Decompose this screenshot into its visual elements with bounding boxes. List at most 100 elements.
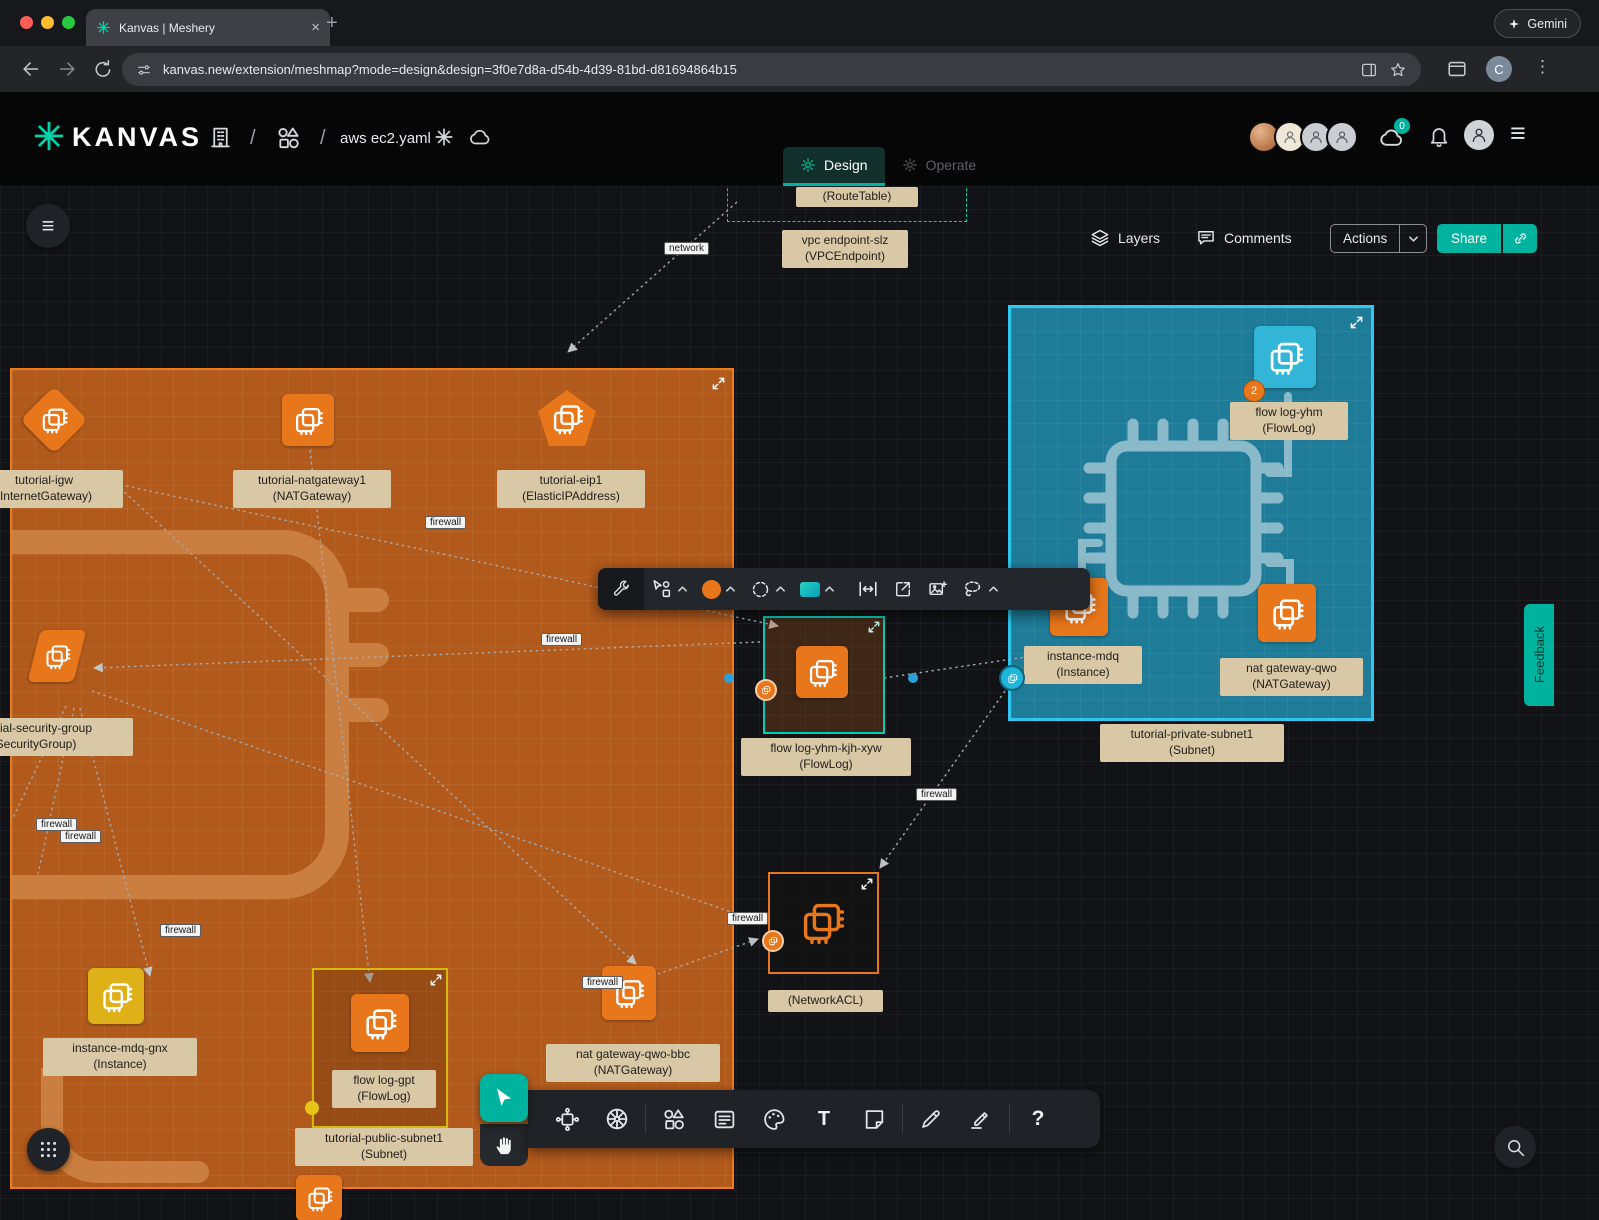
node-nat-gateway-bbc[interactable] (602, 966, 656, 1020)
comments-button[interactable]: Comments (1196, 228, 1292, 248)
node-nat-gateway-1[interactable] (282, 394, 334, 446)
lasso-select-button[interactable] (955, 568, 1006, 610)
node-label-vpc-endpoint[interactable]: vpc endpoint-slz (VPCEndpoint) (782, 230, 908, 268)
actions-button[interactable]: Actions (1331, 225, 1399, 252)
node-label-natgateway1[interactable]: tutorial-natgateway1 (NATGateway) (233, 470, 391, 508)
side-panel-icon[interactable] (1360, 61, 1378, 79)
shape-picker-button[interactable] (793, 568, 842, 610)
new-tab-button[interactable]: + (326, 12, 338, 35)
wrench-tool-button[interactable] (598, 568, 644, 610)
edge-handle[interactable] (908, 673, 918, 683)
reload-icon[interactable] (92, 58, 114, 80)
browser-frame-icon[interactable] (1446, 58, 1468, 80)
node-subnet-icon[interactable] (296, 1175, 342, 1220)
organization-icon[interactable] (208, 125, 233, 150)
chip-node[interactable] (351, 994, 409, 1052)
gemini-badge[interactable]: Gemini (1494, 9, 1581, 38)
select-tool-button[interactable] (480, 1074, 528, 1122)
kanvas-logo-icon[interactable] (32, 119, 66, 153)
edge-handle[interactable] (724, 673, 734, 683)
expand-node-icon[interactable] (868, 621, 880, 633)
connection-handle[interactable] (755, 679, 777, 701)
forward-icon[interactable] (56, 58, 78, 80)
tab-design[interactable]: Design (783, 147, 885, 186)
kanvas-logo-text[interactable]: KANVAS (72, 122, 202, 153)
maximize-window-button[interactable] (62, 16, 75, 29)
canvas-menu-button[interactable]: ≡ (26, 204, 70, 248)
tool-kubernetes-button[interactable] (592, 1090, 642, 1148)
notifications-bell-icon[interactable] (1427, 124, 1451, 148)
node-label-security-group[interactable]: tutorial-security-group (SecurityGroup) (0, 718, 133, 756)
node-flow-log-gpt[interactable]: flow log-gpt (FlowLog) (312, 968, 448, 1128)
node-flow-log-yhm[interactable] (1254, 326, 1316, 388)
url-text[interactable]: kanvas.new/extension/meshmap?mode=design… (163, 62, 1349, 77)
node-flow-log-kjh[interactable] (763, 616, 885, 734)
tool-notes-button[interactable] (699, 1090, 749, 1148)
layers-button[interactable]: Layers (1090, 228, 1160, 248)
tool-help-button[interactable]: ? (1013, 1090, 1063, 1148)
tool-sticky-note-button[interactable] (849, 1090, 899, 1148)
connection-handle[interactable] (305, 1101, 319, 1115)
node-label-nat-gateway-bbc[interactable]: nat gateway-qwo-bbc (NATGateway) (546, 1044, 720, 1082)
add-image-button[interactable] (920, 568, 955, 610)
close-tab-icon[interactable]: × (311, 20, 320, 35)
chip-node[interactable] (796, 646, 848, 698)
node-label-network-acl[interactable]: (NetworkACL) (768, 990, 883, 1012)
site-info-icon[interactable] (136, 62, 152, 78)
node-label-flow-log-yhm[interactable]: flow log-yhm (FlowLog) (1230, 402, 1348, 440)
collaborator-avatar[interactable] (1326, 121, 1358, 153)
copy-link-button[interactable] (1503, 224, 1537, 253)
border-style-button[interactable] (743, 568, 793, 610)
zoom-search-button[interactable] (1494, 1126, 1536, 1168)
node-label-nat-gateway-qwo[interactable]: nat gateway-qwo (NATGateway) (1220, 658, 1363, 696)
node-instance-gnx[interactable] (88, 968, 144, 1024)
apps-grid-button[interactable] (27, 1128, 70, 1171)
fill-color-button[interactable] (695, 568, 743, 610)
tool-pen-button[interactable] (906, 1090, 956, 1148)
node-nat-gateway-qwo[interactable] (1258, 584, 1316, 642)
designs-icon[interactable] (276, 125, 302, 151)
cloud-sync-icon[interactable] (468, 125, 492, 149)
browser-menu-icon[interactable]: ⋮ (1534, 57, 1551, 77)
user-avatar[interactable] (1464, 120, 1494, 150)
browser-profile-avatar[interactable]: C (1486, 56, 1512, 82)
expand-node-icon[interactable] (861, 878, 873, 890)
node-label-private-subnet[interactable]: tutorial-private-subnet1 (Subnet) (1100, 724, 1284, 762)
feedback-tab[interactable]: Feedback (1524, 604, 1554, 706)
address-bar[interactable]: kanvas.new/extension/meshmap?mode=design… (122, 53, 1421, 86)
node-label[interactable]: (RouteTable) (796, 187, 918, 207)
tool-palette-button[interactable] (749, 1090, 799, 1148)
tool-text-button[interactable]: T (799, 1090, 849, 1148)
actions-dropdown-button[interactable] (1399, 225, 1426, 252)
bookmark-star-icon[interactable] (1389, 61, 1407, 79)
resize-width-button[interactable] (850, 568, 886, 610)
open-in-new-button[interactable] (886, 568, 920, 610)
tool-highlighter-button[interactable] (956, 1090, 1006, 1148)
node-label-instance-gnx[interactable]: instance-mdq-gnx (Instance) (43, 1038, 197, 1076)
expand-node-icon[interactable] (430, 974, 442, 986)
minimize-window-button[interactable] (41, 16, 54, 29)
pan-tool-button[interactable] (480, 1124, 528, 1166)
browser-tab[interactable]: Kanvas | Meshery × (86, 9, 330, 46)
edge-waypoint[interactable] (999, 665, 1025, 691)
design-file-name[interactable]: aws ec2.yaml (340, 130, 431, 147)
node-label-instance-mdq[interactable]: instance-mdq (Instance) (1024, 646, 1142, 684)
node-label-igw[interactable]: tutorial-igw (InternetGateway) (0, 470, 123, 508)
header-menu-icon[interactable]: ≡ (1510, 118, 1526, 149)
node-network-acl[interactable] (768, 872, 879, 974)
back-icon[interactable] (20, 58, 42, 80)
close-window-button[interactable] (20, 16, 33, 29)
tab-operate[interactable]: Operate (885, 147, 994, 183)
tool-shapes-button[interactable] (649, 1090, 699, 1148)
snowflake-icon[interactable] (434, 127, 454, 147)
tool-components-button[interactable] (542, 1090, 592, 1148)
node-label-eip1[interactable]: tutorial-eip1 (ElasticIPAddress) (497, 470, 645, 508)
node-label-public-subnet[interactable]: tutorial-public-subnet1 (Subnet) (295, 1128, 473, 1166)
share-button[interactable]: Share (1437, 224, 1501, 253)
design-canvas[interactable]: network firewall firewall firewall firew… (0, 186, 1599, 1220)
node-label-flow-log-gpt[interactable]: flow log-gpt (FlowLog) (332, 1070, 436, 1108)
shapes-tool-button[interactable] (644, 568, 695, 610)
node-label-flow-log-kjh[interactable]: flow log-yhm-kjh-xyw (FlowLog) (741, 738, 911, 776)
node-route-table-selection[interactable]: (RouteTable) (727, 186, 967, 222)
connection-handle[interactable] (762, 930, 784, 952)
